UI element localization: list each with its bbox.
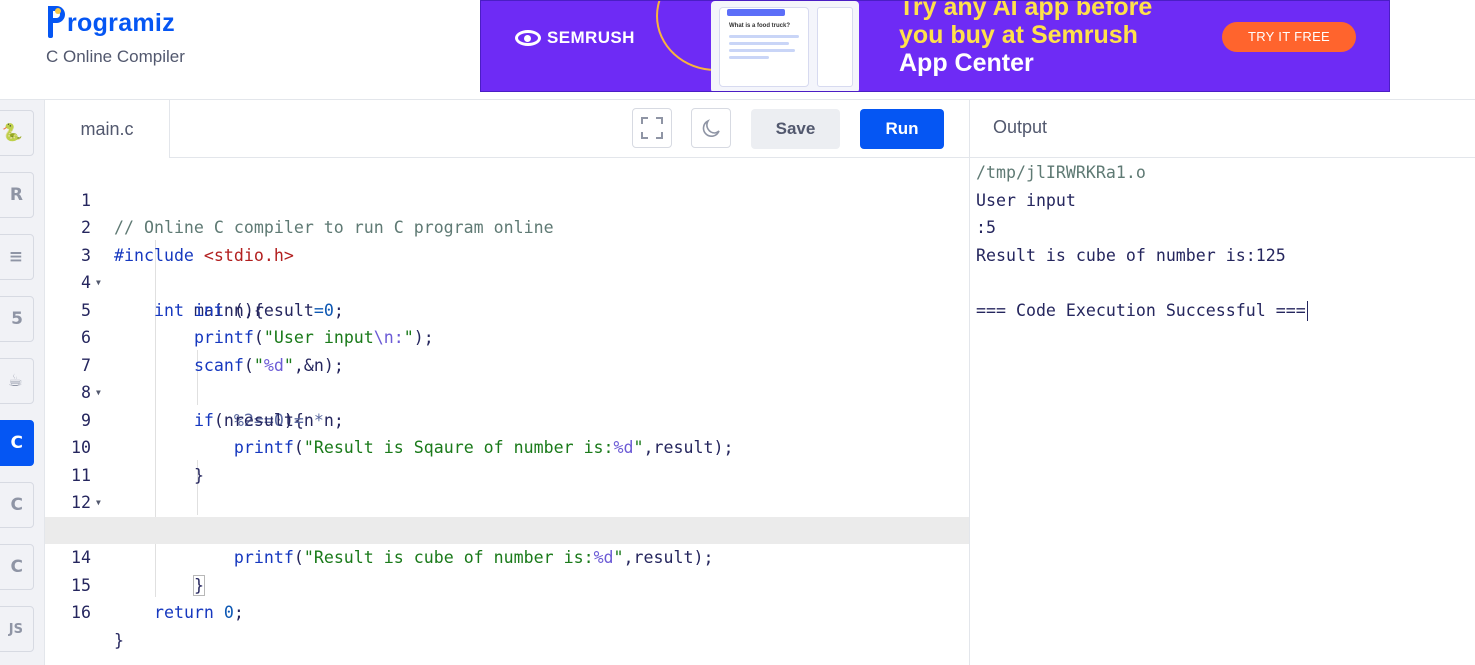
output-panel[interactable]: /tmp/jlIRWRKRa1.o User input :5 Result i…	[969, 158, 1475, 665]
ad-mock-line	[729, 49, 795, 52]
code-line: 16 }	[45, 572, 969, 650]
ad-mock-question: What is a food truck?	[729, 23, 791, 29]
ad-brand: SEMRUSH	[547, 28, 635, 47]
output-title: Output	[993, 117, 1048, 137]
code-line-active: 14 }	[45, 516, 969, 596]
code-line: 11 ▼ else{	[45, 434, 969, 540]
code-line: 12 result=n*n*n;	[45, 462, 969, 540]
page-subtitle: C Online Compiler	[46, 47, 185, 66]
brand-name: rogramiz	[67, 9, 175, 37]
python-icon: 🐍	[1, 123, 23, 143]
moon-icon	[702, 119, 720, 137]
lang-cpp-button[interactable]: C	[0, 482, 34, 528]
database-icon: ≡	[8, 247, 23, 267]
code-line: 10 }	[45, 407, 969, 485]
ad-headline: Try any AI app before you buy at Semrush…	[899, 0, 1153, 77]
semrush-logo: SEMRUSH	[515, 28, 635, 48]
code-line: 5 printf("User input\n:");	[45, 269, 969, 348]
lang-r-button[interactable]: R	[0, 172, 34, 218]
code-line: 8 result=n*n;	[45, 352, 969, 430]
lang-sql-button[interactable]: ≡	[0, 234, 34, 280]
output-status-text: === Code Execution Successful ===	[976, 300, 1306, 320]
line-number: 16	[71, 603, 91, 622]
ad-mock-line	[729, 35, 799, 38]
code-line: 15 return 0;	[45, 544, 969, 623]
code-line: 3 ▼ int main(){	[45, 214, 969, 320]
output-line: /tmp/jlIRWRKRa1.o	[976, 163, 1146, 182]
ad-mock-sidepanel	[817, 7, 853, 87]
r-icon: R	[9, 185, 23, 205]
code-line: 7 ▼ if(n%2==0){	[45, 324, 969, 430]
ad-headline-line3: App Center	[899, 49, 1034, 77]
programiz-logo-icon	[46, 4, 66, 38]
code-line: 1 // Online C compiler to run C program …	[45, 159, 969, 238]
c-icon: C	[10, 433, 23, 453]
output-line: User input	[976, 190, 1076, 210]
code-line: 6 scanf("%d",&n);	[45, 297, 969, 375]
fullscreen-icon	[641, 117, 663, 139]
site-header: rogramiz C Online Compiler SEMRUSH What …	[0, 0, 1475, 100]
ad-mock-line	[729, 56, 769, 59]
ad-mock-card	[719, 7, 809, 87]
js-icon: JS	[8, 621, 23, 637]
text-cursor	[1306, 301, 1308, 321]
csharp-icon: C	[10, 557, 23, 577]
output-header: Output	[969, 100, 1475, 158]
ad-app-mockup: What is a food truck?	[711, 1, 859, 91]
ad-headline-line2: you buy at Semrush	[899, 21, 1138, 49]
lang-csharp-button[interactable]: C	[0, 544, 34, 590]
code-line: 9 printf("Result is Sqaure of number is:…	[45, 379, 969, 458]
lang-c-button[interactable]: C	[0, 420, 34, 466]
language-sidebar: 🐍 R ≡ 5 ☕ C C C JS	[0, 100, 45, 665]
lang-html-button[interactable]: 5	[0, 296, 34, 342]
code-line: 4 int n,result=0;	[45, 242, 969, 320]
ad-mock-line	[729, 42, 789, 45]
ad-headline-line1: Try any AI app before	[899, 0, 1153, 21]
output-line: Result is cube of number is:125	[976, 245, 1286, 265]
ad-banner[interactable]: SEMRUSH What is a food truck? Try any AI…	[480, 0, 1390, 92]
ad-cta-button[interactable]: TRY IT FREE	[1222, 22, 1356, 52]
output-line: :5	[976, 218, 996, 237]
programiz-logo[interactable]: rogramiz	[46, 2, 175, 38]
run-button[interactable]: Run	[860, 109, 944, 149]
code-line: 2 #include <stdio.h>	[45, 187, 969, 265]
html5-icon: 5	[11, 309, 23, 329]
ad-mock-chip	[727, 9, 785, 16]
java-icon: ☕	[7, 371, 23, 391]
editor-toolbar: main.c Save Run	[45, 100, 969, 158]
code-editor[interactable]: 1 // Online C compiler to run C program …	[45, 158, 969, 665]
semrush-flame-icon	[515, 30, 541, 46]
file-tab-main-c[interactable]: main.c	[45, 100, 170, 158]
fullscreen-button[interactable]	[632, 108, 672, 148]
cpp-icon: C	[10, 495, 23, 515]
lang-java-button[interactable]: ☕	[0, 358, 34, 404]
code-text: return 0;	[153, 603, 244, 622]
code-text: }	[114, 630, 124, 650]
output-line-status: === Code Execution Successful ===	[976, 297, 1308, 325]
lang-js-button[interactable]: JS	[0, 606, 34, 652]
save-button[interactable]: Save	[751, 109, 840, 149]
lang-python-button[interactable]: 🐍	[0, 110, 34, 156]
theme-toggle-button[interactable]	[691, 108, 731, 148]
code-line: 13 printf("Result is cube of number is:%…	[45, 489, 969, 568]
